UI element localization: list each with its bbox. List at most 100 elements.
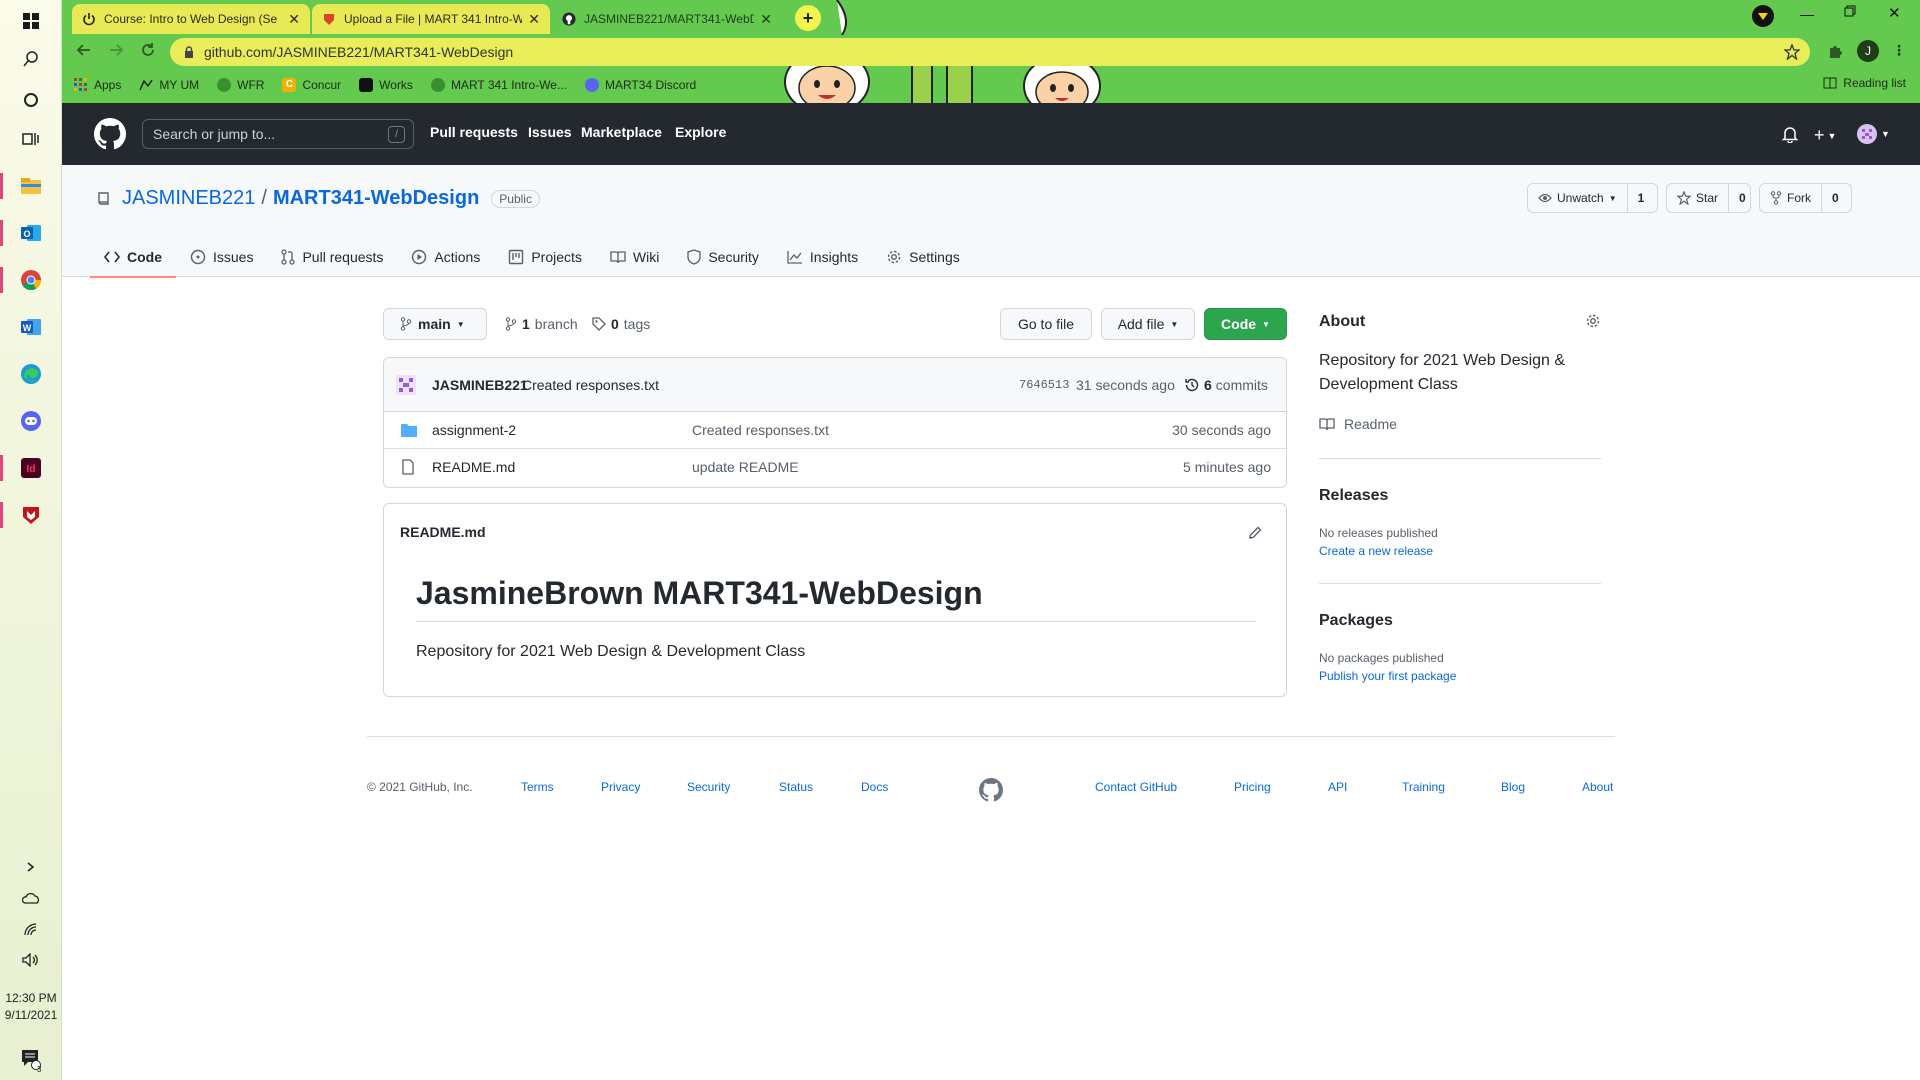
reload-icon[interactable] bbox=[140, 42, 156, 58]
code-download-button[interactable]: Code ▼ bbox=[1204, 308, 1287, 340]
bookmark-mart341[interactable]: MART 341 Intro-We... bbox=[430, 78, 567, 92]
windows-start-icon[interactable] bbox=[12, 2, 50, 40]
add-file-button[interactable]: Add file ▼ bbox=[1101, 308, 1195, 340]
create-new-dropdown[interactable]: + ▼ bbox=[1814, 125, 1836, 146]
footer-link-status[interactable]: Status bbox=[779, 780, 813, 794]
tab-code[interactable]: Code bbox=[90, 237, 176, 278]
packages-heading[interactable]: Packages bbox=[1319, 612, 1393, 630]
profile-avatar[interactable]: J bbox=[1857, 40, 1879, 62]
extensions-icon[interactable] bbox=[1827, 43, 1843, 59]
outlook-icon[interactable]: O bbox=[0, 214, 50, 252]
tab-projects[interactable]: Projects bbox=[494, 237, 596, 277]
browser-tab-upload[interactable]: Upload a File | MART 341 Intro-W ✕ bbox=[312, 4, 550, 34]
tab-actions[interactable]: Actions bbox=[397, 237, 494, 277]
mcafee-icon[interactable] bbox=[0, 496, 50, 534]
bookmark-discord[interactable]: MART34 Discord bbox=[584, 78, 696, 92]
github-logo-icon[interactable] bbox=[94, 118, 126, 150]
forward-icon[interactable] bbox=[108, 42, 124, 58]
footer-link-docs[interactable]: Docs bbox=[861, 780, 888, 794]
close-tab-icon[interactable]: ✕ bbox=[528, 11, 540, 28]
commits-link[interactable]: 6 commits bbox=[1184, 377, 1268, 393]
user-menu-dropdown[interactable]: ▼ bbox=[1857, 124, 1890, 144]
bookmark-star-icon[interactable] bbox=[1784, 44, 1800, 60]
nav-issues[interactable]: Issues bbox=[528, 124, 572, 140]
close-tab-icon[interactable]: ✕ bbox=[288, 11, 300, 28]
file-commit-message[interactable]: Created responses.txt bbox=[692, 422, 829, 438]
commit-author[interactable]: JASMINEB221 bbox=[432, 377, 528, 393]
footer-link-security[interactable]: Security bbox=[687, 780, 730, 794]
search-icon[interactable] bbox=[12, 40, 50, 78]
commit-message[interactable]: Created responses.txt bbox=[522, 377, 659, 393]
bookmark-wfr[interactable]: WFR bbox=[217, 78, 264, 92]
reading-list-button[interactable]: Reading list bbox=[1823, 76, 1906, 90]
tab-security[interactable]: Security bbox=[673, 237, 773, 277]
notification-center-icon[interactable]: 3 bbox=[12, 1040, 50, 1078]
restore-icon[interactable] bbox=[1844, 5, 1856, 17]
star-count[interactable]: 0 bbox=[1729, 191, 1750, 205]
create-release-link[interactable]: Create a new release bbox=[1319, 544, 1433, 558]
clock-time[interactable]: 12:30 PM bbox=[0, 990, 62, 1006]
nav-marketplace[interactable]: Marketplace bbox=[581, 124, 662, 140]
file-commit-message[interactable]: update README bbox=[692, 459, 799, 475]
chrome-menu-icon[interactable]: ⋮ bbox=[1892, 42, 1906, 59]
tab-insights[interactable]: Insights bbox=[773, 237, 872, 277]
watch-count[interactable]: 1 bbox=[1628, 191, 1655, 205]
readme-link[interactable]: Readme bbox=[1319, 416, 1397, 432]
bookmark-works[interactable]: Works bbox=[359, 78, 413, 92]
cortana-icon[interactable] bbox=[12, 81, 50, 119]
chrome-icon[interactable] bbox=[0, 261, 50, 299]
notifications-bell-icon[interactable] bbox=[1782, 126, 1798, 143]
unwatch-button[interactable]: Unwatch ▼ 1 bbox=[1527, 183, 1658, 213]
releases-heading[interactable]: Releases bbox=[1319, 487, 1388, 505]
fork-button[interactable]: Fork 0 bbox=[1759, 183, 1852, 213]
bookmark-my-um[interactable]: MY UM bbox=[139, 78, 199, 92]
tab-wiki[interactable]: Wiki bbox=[596, 237, 673, 277]
go-to-file-button[interactable]: Go to file bbox=[1000, 308, 1092, 340]
gear-icon[interactable] bbox=[1585, 313, 1601, 329]
task-view-icon[interactable] bbox=[12, 120, 50, 158]
publish-package-link[interactable]: Publish your first package bbox=[1319, 669, 1456, 683]
pencil-icon[interactable] bbox=[1248, 526, 1262, 540]
bookmark-apps[interactable]: Apps bbox=[74, 78, 121, 92]
repo-owner-link[interactable]: JASMINEB221 bbox=[122, 187, 255, 210]
file-explorer-icon[interactable] bbox=[0, 167, 50, 205]
edge-icon[interactable] bbox=[12, 355, 50, 393]
footer-link-about[interactable]: About bbox=[1582, 780, 1613, 794]
footer-link-api[interactable]: API bbox=[1328, 780, 1347, 794]
branch-select-button[interactable]: main ▼ bbox=[383, 308, 487, 340]
tab-pull-requests[interactable]: Pull requests bbox=[267, 237, 397, 277]
browser-tab-course[interactable]: Course: Intro to Web Design (Se ✕ bbox=[72, 4, 310, 34]
minimize-icon[interactable]: — bbox=[1800, 6, 1814, 22]
back-icon[interactable] bbox=[76, 42, 92, 58]
footer-link-terms[interactable]: Terms bbox=[521, 780, 554, 794]
discord-icon[interactable] bbox=[12, 402, 50, 440]
tags-link[interactable]: 0 tags bbox=[592, 316, 650, 332]
footer-link-training[interactable]: Training bbox=[1402, 780, 1445, 794]
star-button[interactable]: Star 0 bbox=[1666, 183, 1751, 213]
file-row[interactable]: assignment-2 Created responses.txt 30 se… bbox=[384, 412, 1286, 449]
file-name-link[interactable]: assignment-2 bbox=[432, 422, 516, 438]
nav-explore[interactable]: Explore bbox=[675, 124, 726, 140]
github-search-input[interactable]: Search or jump to... / bbox=[142, 119, 414, 149]
avatar[interactable] bbox=[396, 375, 416, 395]
footer-link-pricing[interactable]: Pricing bbox=[1234, 780, 1271, 794]
commit-sha[interactable]: 7646513 bbox=[1019, 378, 1069, 392]
word-icon[interactable]: W bbox=[12, 308, 50, 346]
file-name-link[interactable]: README.md bbox=[432, 459, 515, 475]
file-row[interactable]: README.md update README 5 minutes ago bbox=[384, 449, 1286, 486]
tab-issues[interactable]: Issues bbox=[176, 237, 267, 277]
footer-link-blog[interactable]: Blog bbox=[1501, 780, 1525, 794]
bookmark-concur[interactable]: C Concur bbox=[282, 78, 341, 92]
footer-link-privacy[interactable]: Privacy bbox=[601, 780, 640, 794]
github-footer-logo-icon[interactable] bbox=[979, 778, 1003, 802]
extension-badge-icon[interactable] bbox=[1752, 5, 1774, 27]
close-window-icon[interactable]: ✕ bbox=[1888, 4, 1901, 22]
address-bar[interactable]: github.com/JASMINEB221/MART341-WebDesign bbox=[170, 38, 1810, 66]
branches-link[interactable]: 1 branch bbox=[505, 316, 578, 332]
clock-date[interactable]: 9/11/2021 bbox=[0, 1007, 62, 1023]
indesign-icon[interactable]: Id bbox=[0, 449, 50, 487]
repo-name-link[interactable]: MART341-WebDesign bbox=[273, 187, 479, 210]
volume-icon[interactable] bbox=[12, 941, 50, 979]
footer-link-contact[interactable]: Contact GitHub bbox=[1095, 780, 1177, 794]
nav-pull-requests[interactable]: Pull requests bbox=[430, 124, 518, 140]
